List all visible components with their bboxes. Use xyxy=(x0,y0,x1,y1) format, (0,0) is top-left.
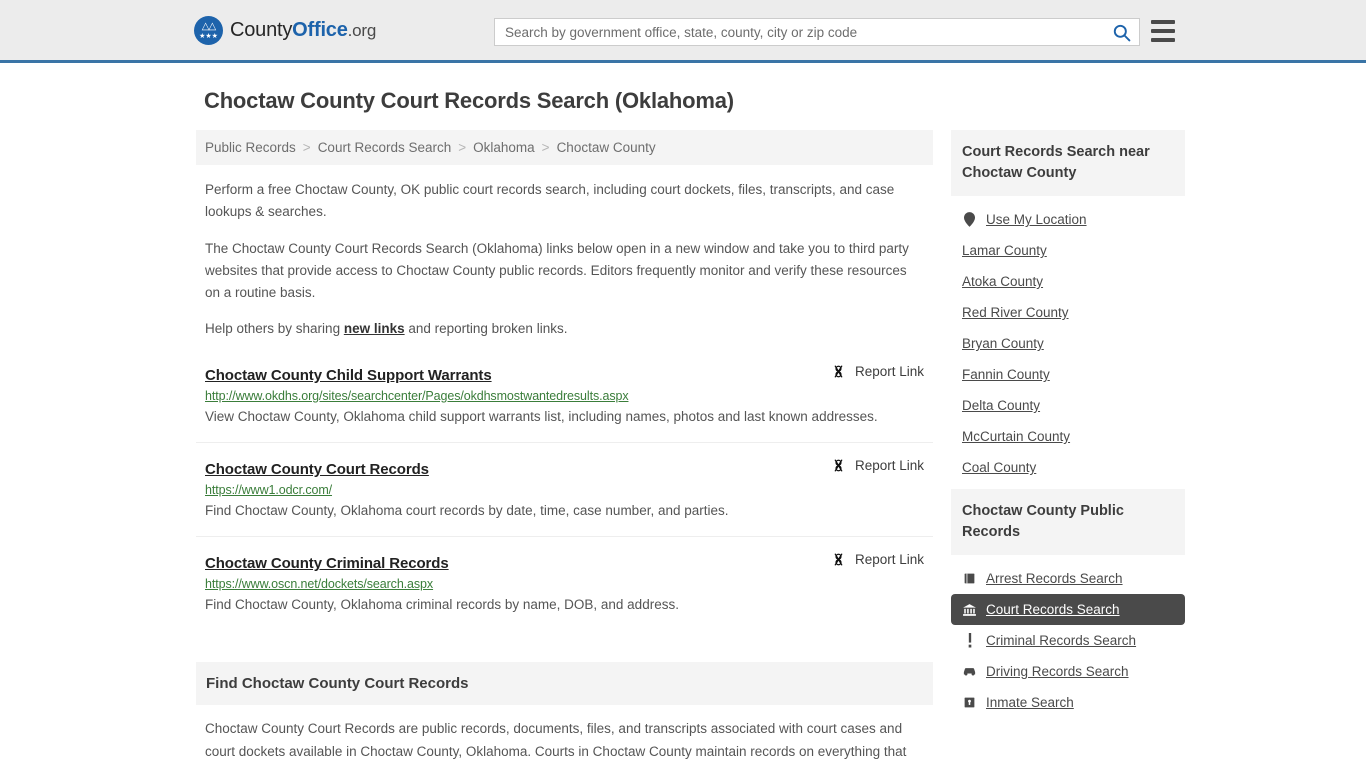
result-url[interactable]: https://www.oscn.net/dockets/search.aspx xyxy=(205,577,924,591)
report-link-label: Report Link xyxy=(854,552,924,568)
site-header: △△ ★★★ CountyOffice.org xyxy=(0,0,1366,63)
report-link-label: Report Link xyxy=(854,363,924,379)
sidebar-item-inmate-search[interactable]: Inmate Search xyxy=(951,687,1185,718)
breadcrumb-separator: > xyxy=(541,140,550,155)
brand-part-county: County xyxy=(230,18,293,41)
search-icon xyxy=(1113,24,1130,41)
broken-link-icon xyxy=(834,365,843,378)
sidebar-item-label: Use My Location xyxy=(986,212,1087,228)
intro-text: Perform a free Choctaw County, OK public… xyxy=(196,179,933,341)
broken-link-icon xyxy=(834,459,843,472)
public-records-panel: Choctaw County Public Records Arrest Rec… xyxy=(951,489,1185,718)
result-item: Choctaw County Criminal Records Report L… xyxy=(196,551,933,630)
sidebar-item-criminal-records-search[interactable]: Criminal Records Search xyxy=(951,625,1185,656)
breadcrumb-item-public-records[interactable]: Public Records xyxy=(205,140,296,155)
intro-paragraph-2: The Choctaw County Court Records Search … xyxy=(205,240,909,301)
sidebar-item-mccurtain-county[interactable]: McCurtain County xyxy=(951,421,1185,452)
sidebar-item-label: Red River County xyxy=(962,305,1069,321)
search-button[interactable] xyxy=(1103,19,1139,45)
intro-p3-after: and reporting broken links. xyxy=(404,321,568,337)
sidebar-item-label: Bryan County xyxy=(962,336,1044,352)
report-link-button[interactable]: Report Link xyxy=(830,457,924,474)
public-records-list: Arrest Records Search Court Records Sear… xyxy=(951,555,1185,718)
exclamation-icon xyxy=(962,633,977,648)
brand-part-office: Office xyxy=(292,18,348,41)
map-pin-icon xyxy=(962,212,977,227)
result-title-link[interactable]: Choctaw County Court Records xyxy=(205,461,429,478)
page-container: Choctaw County Court Records Search (Okl… xyxy=(0,88,1366,768)
new-links-link[interactable]: new links xyxy=(344,321,405,336)
result-title-link[interactable]: Choctaw County Criminal Records xyxy=(205,555,449,572)
sidebar-item-coal-county[interactable]: Coal County xyxy=(951,452,1185,483)
sidebar-item-fannin-county[interactable]: Fannin County xyxy=(951,359,1185,390)
main-content: Public Records > Court Records Search > … xyxy=(196,130,933,768)
sidebar-item-atoka-county[interactable]: Atoka County xyxy=(951,266,1185,297)
report-link-button[interactable]: Report Link xyxy=(830,551,924,568)
broken-link-icon xyxy=(834,553,843,566)
breadcrumb-separator: > xyxy=(302,140,311,155)
jail-icon xyxy=(962,696,977,709)
breadcrumb-separator: > xyxy=(458,140,467,155)
nearby-search-list: Use My Location Lamar County Atoka Count… xyxy=(951,196,1185,483)
result-url[interactable]: http://www.okdhs.org/sites/searchcenter/… xyxy=(205,389,924,403)
find-records-heading: Find Choctaw County Court Records xyxy=(196,662,933,706)
sidebar-item-label: McCurtain County xyxy=(962,429,1071,445)
brand-part-org: .org xyxy=(347,20,377,40)
page-title: Choctaw County Court Records Search (Okl… xyxy=(204,88,734,113)
result-title-link[interactable]: Choctaw County Child Support Warrants xyxy=(205,367,492,384)
brand-wordmark: CountyOffice.org xyxy=(230,19,376,42)
breadcrumb: Public Records > Court Records Search > … xyxy=(196,130,933,165)
sidebar-item-bryan-county[interactable]: Bryan County xyxy=(951,328,1185,359)
sidebar-item-label: Lamar County xyxy=(962,243,1047,259)
eagle-seal-icon: △△ ★★★ xyxy=(194,15,223,45)
result-description: Find Choctaw County, Oklahoma court reco… xyxy=(205,502,729,518)
sidebar-item-red-river-county[interactable]: Red River County xyxy=(951,297,1185,328)
report-link-button[interactable]: Report Link xyxy=(830,363,924,380)
nearby-search-panel: Court Records Search near Choctaw County… xyxy=(951,130,1185,483)
breadcrumb-item-oklahoma[interactable]: Oklahoma xyxy=(473,140,535,155)
intro-paragraph-1: Perform a free Choctaw County, OK public… xyxy=(205,182,895,220)
find-records-section: Find Choctaw County Court Records Chocta… xyxy=(196,662,933,768)
sidebar-item-lamar-county[interactable]: Lamar County xyxy=(951,235,1185,266)
result-description: View Choctaw County, Oklahoma child supp… xyxy=(205,408,878,424)
intro-p3-before: Help others by sharing xyxy=(205,321,344,337)
site-logo[interactable]: △△ ★★★ CountyOffice.org xyxy=(194,15,376,45)
sidebar-item-driving-records-search[interactable]: Driving Records Search xyxy=(951,656,1185,687)
sidebar-item-label: Atoka County xyxy=(962,274,1044,290)
sidebar-item-label: Court Records Search xyxy=(986,602,1120,618)
intro-paragraph-3: Help others by sharing new links and rep… xyxy=(205,318,910,340)
result-item: Choctaw County Court Records Report Link xyxy=(196,457,933,538)
sidebar-item-label: Driving Records Search xyxy=(986,664,1129,680)
breadcrumb-item-court-records-search[interactable]: Court Records Search xyxy=(318,140,452,155)
search-bar[interactable] xyxy=(494,18,1140,46)
sidebar-item-label: Arrest Records Search xyxy=(986,571,1123,587)
sidebar-item-label: Criminal Records Search xyxy=(986,633,1137,649)
breadcrumb-item-choctaw-county: Choctaw County xyxy=(556,140,656,155)
book-icon xyxy=(962,572,977,585)
sidebar-item-label: Coal County xyxy=(962,460,1037,476)
courthouse-icon xyxy=(962,603,977,617)
result-description: Find Choctaw County, Oklahoma criminal r… xyxy=(205,597,679,613)
sidebar-item-label: Fannin County xyxy=(962,367,1050,383)
sidebar-item-court-records-search[interactable]: Court Records Search xyxy=(951,594,1185,626)
sidebar-item-label: Delta County xyxy=(962,398,1041,414)
hamburger-menu-icon[interactable] xyxy=(1151,20,1175,42)
report-link-label: Report Link xyxy=(854,457,924,473)
sidebar-item-delta-county[interactable]: Delta County xyxy=(951,390,1185,421)
search-input[interactable] xyxy=(495,19,1103,45)
car-icon xyxy=(962,666,977,677)
result-item: Choctaw County Child Support Warrants Re… xyxy=(196,363,933,443)
public-records-heading: Choctaw County Public Records xyxy=(951,489,1185,556)
sidebar-item-arrest-records-search[interactable]: Arrest Records Search xyxy=(951,563,1185,594)
results-list: Choctaw County Child Support Warrants Re… xyxy=(196,363,933,631)
sidebar: Court Records Search near Choctaw County… xyxy=(951,130,1185,724)
sidebar-item-label: Inmate Search xyxy=(986,695,1074,711)
nearby-search-heading: Court Records Search near Choctaw County xyxy=(951,130,1185,197)
sidebar-item-use-my-location[interactable]: Use My Location xyxy=(951,204,1185,235)
find-records-body: Choctaw County Court Records are public … xyxy=(205,721,907,768)
result-url[interactable]: https://www1.odcr.com/ xyxy=(205,483,924,497)
